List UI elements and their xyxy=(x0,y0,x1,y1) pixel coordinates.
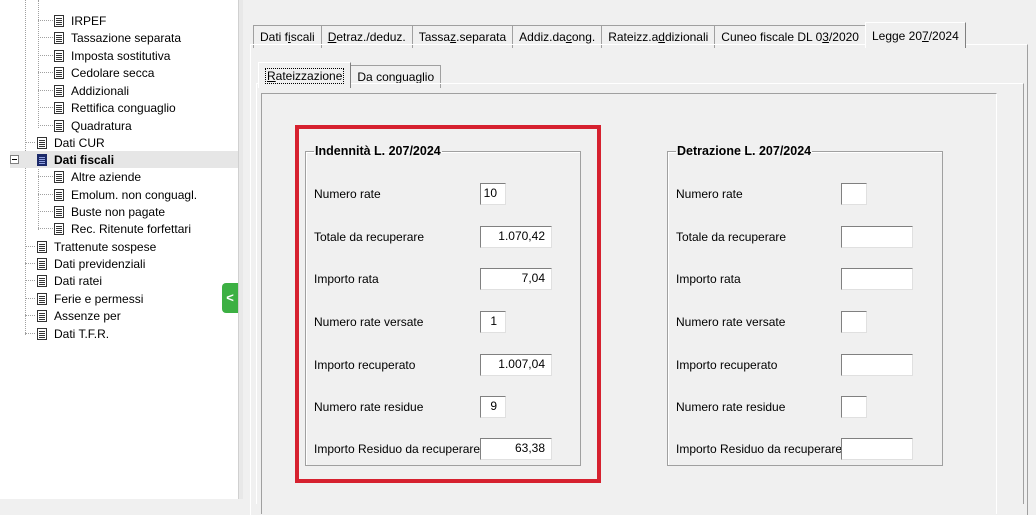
indennita-group-title: Indennità L. 207/2024 xyxy=(315,144,441,158)
tree-item-assenze-per[interactable]: Assenze per xyxy=(25,307,121,324)
document-icon xyxy=(37,136,47,149)
document-icon xyxy=(37,327,47,340)
numero-rate-versate-field[interactable] xyxy=(841,311,867,333)
numero-rate-field[interactable]: 10 xyxy=(480,183,506,205)
document-icon xyxy=(37,292,47,305)
document-icon xyxy=(54,66,64,79)
tree-item-dati-ratei[interactable]: Dati ratei xyxy=(25,272,102,289)
numero-rate-versate-row: Numero rate versate xyxy=(668,311,942,333)
tree-item-emolum-non-conguagl[interactable]: Emolum. non conguagl. xyxy=(38,186,197,203)
numero-rate-field[interactable] xyxy=(841,183,867,205)
numero-rate-versate-field[interactable]: 1 xyxy=(480,311,506,333)
tab-rateizzazione[interactable]: Rateizzazione xyxy=(258,62,352,88)
detail-panel: Dati f i scali Detraz./deduz. Tassa z .separ… xyxy=(243,0,1036,515)
importo-recuperato-field[interactable]: 1.007,04 xyxy=(480,354,552,376)
tab-legge-207-2024[interactable]: Legge 20 7/2024 xyxy=(864,22,966,48)
totale-da-recuperare-field[interactable] xyxy=(841,226,913,248)
importo-residuo-row: Importo Residuo da recuperare xyxy=(668,438,942,460)
tree-item-quadratura[interactable]: Quadratura xyxy=(38,117,132,134)
tree-item-buste-non-pagate[interactable]: Buste non pagate xyxy=(38,203,165,220)
numero-rate-row: Numero rate 10 xyxy=(306,183,580,205)
document-icon xyxy=(54,101,64,114)
numero-rate-residue-field[interactable]: 9 xyxy=(480,396,506,418)
tree-item-imposta-sostitutiva[interactable]: Imposta sostitutiva xyxy=(38,47,170,64)
chevron-left-icon: < xyxy=(226,290,234,305)
tree-item-dati-tfr[interactable]: Dati T.F.R. xyxy=(25,325,109,342)
importo-rata-field[interactable]: 7,04 xyxy=(480,268,552,290)
collapse-panel-button[interactable]: < xyxy=(222,283,238,313)
importo-residuo-row: Importo Residuo da recuperare 63,38 xyxy=(306,438,580,460)
totale-da-recuperare-row: Totale da recuperare 1.070,42 xyxy=(306,226,580,248)
document-icon xyxy=(37,309,47,322)
numero-rate-row: Numero rate xyxy=(668,183,942,205)
document-icon xyxy=(54,205,64,218)
tree-item-irpef[interactable]: IRPEF xyxy=(38,12,106,29)
tree-item-altre-aziende[interactable]: Altre aziende xyxy=(38,168,141,185)
tree-item-dati-cur[interactable]: Dati CUR xyxy=(25,134,105,151)
numero-rate-residue-row: Numero rate residue 9 xyxy=(306,396,580,418)
numero-rate-residue-row: Numero rate residue xyxy=(668,396,942,418)
document-icon xyxy=(54,31,64,44)
importo-recuperato-field[interactable] xyxy=(841,354,913,376)
document-icon xyxy=(37,257,47,270)
tree-item-dati-fiscali[interactable]: Dati fiscali xyxy=(10,151,238,168)
navigation-tree: IRPEF Tassazione separata Imposta sostit… xyxy=(0,0,238,499)
tree-item-dati-previdenziali[interactable]: Dati previdenziali xyxy=(25,255,145,272)
tree-item-cedolare-secca[interactable]: Cedolare secca xyxy=(38,64,154,81)
tree-item-ferie-e-permessi[interactable]: Ferie e permessi xyxy=(25,290,143,307)
tree-item-rettifica-conguaglio[interactable]: Rettifica conguaglio xyxy=(38,99,176,116)
tree-item-addizionali[interactable]: Addizionali xyxy=(38,82,129,99)
importo-rata-row: Importo rata 7,04 xyxy=(306,268,580,290)
document-icon xyxy=(54,14,64,27)
indennita-group: Indennità L. 207/2024 Numero rate 10 Tota… xyxy=(305,144,581,466)
document-icon xyxy=(37,153,47,166)
importo-recuperato-row: Importo recuperato 1.007,04 xyxy=(306,354,580,376)
document-icon xyxy=(54,49,64,62)
importo-residuo-field[interactable]: 63,38 xyxy=(480,438,552,460)
document-icon xyxy=(54,119,64,132)
totale-da-recuperare-row: Totale da recuperare xyxy=(668,226,942,248)
numero-rate-versate-row: Numero rate versate 1 xyxy=(306,311,580,333)
document-icon xyxy=(54,84,64,97)
document-icon xyxy=(54,170,64,183)
detrazione-group: Detrazione L. 207/2024 Numero rate Total… xyxy=(667,144,943,466)
totale-da-recuperare-field[interactable]: 1.070,42 xyxy=(480,226,552,248)
document-icon xyxy=(37,274,47,287)
importo-rata-row: Importo rata xyxy=(668,268,942,290)
importo-rata-field[interactable] xyxy=(841,268,913,290)
importo-recuperato-row: Importo recuperato xyxy=(668,354,942,376)
tree-item-trattenute-sospese[interactable]: Trattenute sospese xyxy=(25,238,156,255)
tree-item-tassazione-separata[interactable]: Tassazione separata xyxy=(38,29,181,46)
document-icon xyxy=(54,222,64,235)
importo-residuo-field[interactable] xyxy=(841,438,913,460)
tree-item-rec-ritenute-forfettari[interactable]: Rec. Ritenute forfettari xyxy=(38,220,191,237)
collapse-tree-icon[interactable] xyxy=(10,155,19,164)
document-icon xyxy=(37,240,47,253)
numero-rate-residue-field[interactable] xyxy=(841,396,867,418)
detrazione-group-title: Detrazione L. 207/2024 xyxy=(677,144,812,158)
document-icon xyxy=(54,188,64,201)
